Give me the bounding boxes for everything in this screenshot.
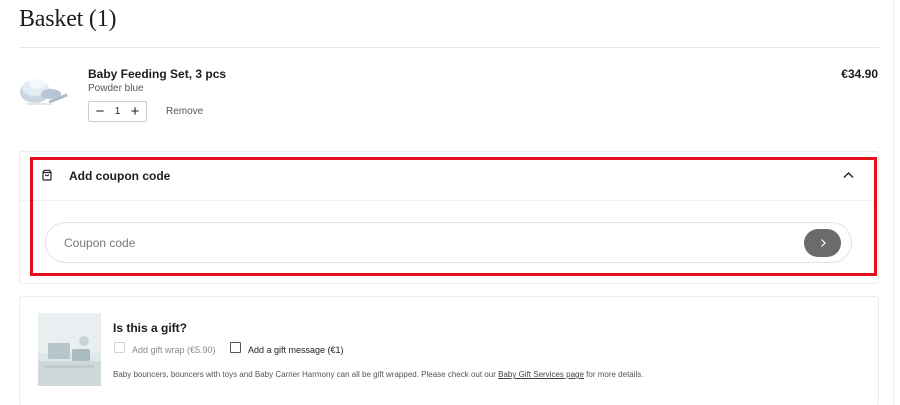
gift-wrap-checkbox[interactable] [114, 342, 125, 353]
gift-info-text: Baby bouncers, bouncers with toys and Ba… [113, 370, 644, 379]
chevron-right-icon [820, 239, 826, 247]
coupon-header-divider [19, 200, 879, 201]
tag-icon [42, 169, 52, 181]
decrease-quantity-button[interactable]: − [94, 104, 106, 119]
page-edge-divider [893, 0, 894, 405]
baby-gift-services-link[interactable]: Baby Gift Services page [498, 370, 584, 379]
feeding-set-product-image[interactable] [18, 70, 70, 110]
quantity-stepper: − 1 + [88, 101, 147, 122]
gift-message-checkbox[interactable] [230, 342, 241, 353]
title-divider [19, 47, 879, 48]
gift-info-text-after: for more details. [586, 370, 644, 379]
basket-page: Basket (1) Baby Feeding Set, 3 pcs Powde… [0, 0, 900, 405]
coupon-toggle-title[interactable]: Add coupon code [69, 169, 170, 183]
product-price: €34.90 [841, 67, 878, 81]
gift-wrap-label[interactable]: Add gift wrap (€5.90) [132, 345, 216, 355]
gift-product-image [38, 313, 101, 386]
apply-coupon-button[interactable] [804, 229, 841, 257]
coupon-code-input[interactable] [45, 222, 852, 263]
product-name[interactable]: Baby Feeding Set, 3 pcs [88, 67, 226, 81]
remove-item-button[interactable]: Remove [166, 106, 203, 117]
gift-message-label[interactable]: Add a gift message (€1) [248, 345, 344, 355]
chevron-up-icon[interactable] [843, 171, 854, 179]
product-variant: Powder blue [88, 83, 144, 94]
increase-quantity-button[interactable]: + [129, 104, 141, 119]
gift-info-text-before: Baby bouncers, bouncers with toys and Ba… [113, 370, 496, 379]
basket-title: Basket (1) [19, 6, 117, 32]
quantity-value: 1 [114, 106, 121, 117]
gift-question: Is this a gift? [113, 321, 188, 335]
